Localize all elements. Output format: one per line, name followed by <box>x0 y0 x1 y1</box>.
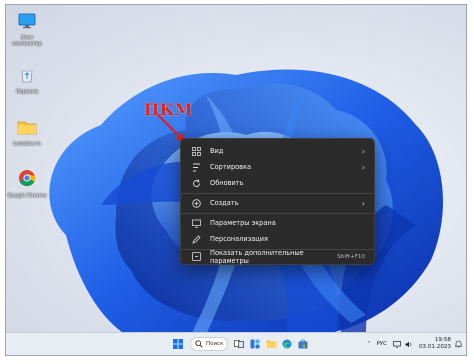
clock-time: 19:58 <box>434 337 451 343</box>
windows-logo-icon <box>173 339 183 349</box>
desktop-context-menu: Вид › Сортировка › Обновить Создать › Па… <box>180 138 375 265</box>
menu-item-label: Создать <box>210 199 239 207</box>
menu-separator <box>181 213 374 214</box>
volume-icon[interactable] <box>405 341 413 348</box>
taskbar-search[interactable]: Поиск <box>190 337 228 351</box>
folder-icon <box>266 340 276 348</box>
chevron-right-icon: › <box>361 146 365 156</box>
menu-item-shortcut: Shift+F10 <box>337 253 365 260</box>
widgets-button[interactable] <box>248 337 262 351</box>
chevron-right-icon: › <box>361 162 365 172</box>
menu-item-label: Обновить <box>210 179 244 187</box>
chevron-up-icon[interactable]: ˄ <box>367 341 370 348</box>
clock-date: 03.01.2023 <box>418 344 451 350</box>
personalize-pen-icon <box>191 234 202 245</box>
menu-item-view[interactable]: Вид › <box>184 143 371 159</box>
menu-item-personalize[interactable]: Персонализация <box>184 231 371 247</box>
task-view-icon <box>234 340 244 348</box>
language-indicator[interactable]: РУС <box>376 341 387 347</box>
menu-item-new[interactable]: Создать › <box>184 195 371 211</box>
menu-item-sort[interactable]: Сортировка › <box>184 159 371 175</box>
task-view-button[interactable] <box>232 337 246 351</box>
edge-icon <box>282 339 292 349</box>
search-label: Поиск <box>206 341 224 347</box>
menu-item-refresh[interactable]: Обновить <box>184 175 371 191</box>
store-icon <box>298 339 308 349</box>
annotation-label: ПКМ <box>144 100 193 119</box>
chevron-right-icon: › <box>361 198 365 208</box>
notification-bell-icon[interactable] <box>455 340 462 348</box>
menu-item-display-settings[interactable]: Параметры экрана <box>184 215 371 231</box>
network-icon[interactable] <box>393 340 401 348</box>
refresh-icon <box>191 178 202 189</box>
menu-item-label: Вид <box>210 147 224 155</box>
search-icon <box>195 340 203 348</box>
sort-icon <box>191 162 202 173</box>
menu-item-label: Показать дополнительные параметры <box>210 248 304 265</box>
desktop-screen: Этот компьютер Корзина Lumpics.ru Google… <box>5 4 467 356</box>
menu-item-label: Персонализация <box>210 235 268 243</box>
taskbar: Поиск ˄ РУС 19:58 03.01.2023 <box>6 332 466 355</box>
new-plus-icon <box>191 198 202 209</box>
file-explorer-button[interactable] <box>264 337 278 351</box>
widgets-icon <box>250 339 260 349</box>
system-tray: ˄ РУС 19:58 03.01.2023 <box>367 336 462 352</box>
menu-separator <box>181 193 374 194</box>
menu-item-more-options[interactable]: Показать дополнительные параметры Shift+… <box>184 248 371 265</box>
start-button[interactable] <box>171 337 185 351</box>
menu-item-label: Сортировка <box>210 163 252 171</box>
display-settings-icon <box>191 218 202 229</box>
edge-button[interactable] <box>280 337 294 351</box>
clock[interactable]: 19:58 03.01.2023 <box>419 337 451 351</box>
view-grid-icon <box>191 146 202 157</box>
more-options-icon <box>191 251 202 262</box>
store-button[interactable] <box>296 337 310 351</box>
menu-item-label: Параметры экрана <box>210 219 276 227</box>
